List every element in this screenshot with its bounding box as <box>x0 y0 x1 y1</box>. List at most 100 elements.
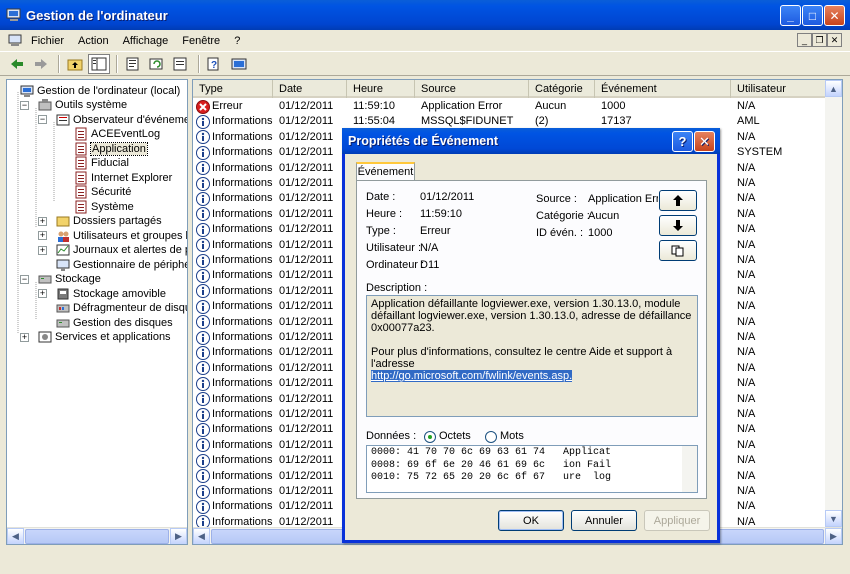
tree-node[interactable]: Dossiers partagés <box>55 214 162 229</box>
mdi-restore-button[interactable]: ❐ <box>812 33 827 47</box>
arrow-up-icon <box>673 195 683 206</box>
tree-node[interactable]: Services et applications <box>37 330 171 345</box>
back-button[interactable] <box>6 54 28 74</box>
col-event[interactable]: Événement <box>595 80 731 98</box>
time-value: 11:59:10 <box>420 208 463 220</box>
dialog-titlebar[interactable]: Propriétés de Événement ? ✕ <box>342 128 720 154</box>
cell-type-text: Informations <box>212 223 273 236</box>
cell-type: Informations <box>193 238 273 253</box>
tree-node[interactable]: Stockage amovible <box>55 286 166 301</box>
radio-words-label[interactable]: Mots <box>500 430 524 442</box>
expand-toggle[interactable]: + <box>38 231 47 240</box>
tree-hscroll-thumb[interactable] <box>25 528 169 544</box>
description-link[interactable]: http://go.microsoft.com/fwlink/events.as… <box>371 370 573 382</box>
data-label: Données : <box>366 430 417 442</box>
next-event-button[interactable] <box>659 215 697 236</box>
radio-bytes[interactable] <box>424 431 436 443</box>
tree-node[interactable]: Outils système <box>37 98 127 113</box>
error-icon <box>196 99 210 114</box>
cell-user: N/A <box>737 346 756 359</box>
col-date[interactable]: Date <box>273 80 347 98</box>
tab-evenement[interactable]: Événement <box>356 162 415 181</box>
tree-node[interactable]: ACEEventLog <box>73 127 160 142</box>
help-button[interactable]: ? <box>204 54 226 74</box>
menu-fichier[interactable]: Fichier <box>24 35 71 47</box>
tree-node[interactable]: Internet Explorer <box>73 170 172 185</box>
scroll-down-button[interactable]: ▼ <box>825 510 842 527</box>
mdi-minimize-button[interactable]: _ <box>797 33 812 47</box>
col-type[interactable]: Type <box>193 80 273 98</box>
minimize-button[interactable]: _ <box>780 5 801 26</box>
collapse-toggle[interactable]: − <box>20 100 29 110</box>
tree-node[interactable]: Fiducial <box>73 156 129 171</box>
expand-toggle[interactable]: + <box>20 332 29 342</box>
apply-button[interactable]: Appliquer <box>644 510 710 531</box>
cell-type: Informations <box>193 268 273 283</box>
col-user[interactable]: Utilisateur <box>731 80 827 98</box>
collapse-toggle[interactable]: − <box>38 115 47 124</box>
radio-bytes-label[interactable]: Octets <box>439 430 471 442</box>
menu-help[interactable]: ? <box>227 35 247 47</box>
info-icon <box>196 191 210 206</box>
tree-node[interactable]: Journaux et alertes de performance <box>55 243 187 258</box>
ok-button[interactable]: OK <box>498 510 564 531</box>
menu-action[interactable]: Action <box>71 35 116 47</box>
tree-node[interactable]: Gestion des disques <box>55 315 173 330</box>
scroll-right-button[interactable]: ▶ <box>170 527 187 544</box>
tree-node[interactable]: Sécurité <box>73 185 131 200</box>
tree-node[interactable]: Observateur d'événements <box>55 112 187 127</box>
col-time[interactable]: Heure <box>347 80 415 98</box>
properties-button[interactable] <box>122 54 144 74</box>
col-source[interactable]: Source <box>415 80 529 98</box>
dialog-title: Propriétés de Événement <box>348 134 499 148</box>
scroll-left-button[interactable]: ◀ <box>7 527 24 544</box>
window-titlebar[interactable]: Gestion de l'ordinateur _ □ ✕ <box>0 0 850 30</box>
export-button[interactable] <box>170 54 192 74</box>
radio-words[interactable] <box>485 431 497 443</box>
list-scroll-right-button[interactable]: ▶ <box>825 527 842 544</box>
tree-node-label: Stockage amovible <box>73 287 166 300</box>
maximize-button[interactable]: □ <box>802 5 823 26</box>
list-vscrollbar[interactable]: ▲ ▼ <box>825 80 842 527</box>
data-vscrollbar[interactable] <box>682 446 697 492</box>
copy-event-button[interactable] <box>659 240 697 261</box>
tree-node[interactable]: Gestionnaire de périphériques <box>55 257 187 272</box>
table-row[interactable]: Erreur 01/12/2011 11:59:10 Application Erro… <box>193 99 827 114</box>
description-box[interactable]: Application défaillante logviewer.exe, v… <box>366 295 698 417</box>
mmc-doc-icon[interactable] <box>8 34 24 48</box>
menu-fenetre[interactable]: Fenêtre <box>175 35 227 47</box>
device-icon <box>55 257 71 272</box>
event-id-label: ID évén. : <box>536 227 584 239</box>
dialog-help-button[interactable]: ? <box>672 131 693 152</box>
tree-node[interactable]: Système <box>73 199 134 214</box>
cell-date: 01/12/2011 <box>279 346 334 359</box>
mdi-close-button[interactable]: ✕ <box>827 33 842 47</box>
refresh-button[interactable] <box>146 54 168 74</box>
console-button[interactable] <box>228 54 250 74</box>
tree-hscrollbar[interactable]: ◀ ▶ <box>7 527 187 544</box>
dialog-close-button[interactable]: ✕ <box>694 131 715 152</box>
tree-node[interactable]: Stockage <box>37 272 101 287</box>
expand-toggle[interactable]: + <box>38 289 47 298</box>
console-tree[interactable]: Gestion de l'ordinateur (local) − Outils s… <box>6 79 188 545</box>
close-button[interactable]: ✕ <box>824 5 845 26</box>
tree-node[interactable]: Utilisateurs et groupes locaux <box>55 228 187 243</box>
info-icon <box>196 407 210 422</box>
collapse-toggle[interactable]: − <box>20 274 29 284</box>
tree-node[interactable]: Défragmenteur de disque <box>55 301 187 316</box>
tree-node[interactable]: Application <box>73 141 148 156</box>
col-category[interactable]: Catégorie <box>529 80 595 98</box>
cell-date: 01/12/2011 <box>279 315 334 328</box>
list-scroll-left-button[interactable]: ◀ <box>193 527 210 544</box>
up-level-button[interactable] <box>64 54 86 74</box>
previous-event-button[interactable] <box>659 190 697 211</box>
menu-affichage[interactable]: Affichage <box>116 35 176 47</box>
scroll-up-button[interactable]: ▲ <box>825 80 842 97</box>
forward-button[interactable] <box>30 54 52 74</box>
data-box[interactable]: 0000: 41 70 70 6c 69 63 61 74 Applicat 00… <box>366 445 698 493</box>
show-tree-button[interactable] <box>88 53 110 74</box>
expand-toggle[interactable]: + <box>38 216 47 226</box>
expand-toggle[interactable]: + <box>38 245 47 255</box>
cancel-button[interactable]: Annuler <box>571 510 637 531</box>
tree-node[interactable]: Gestion de l'ordinateur (local) <box>19 83 180 98</box>
